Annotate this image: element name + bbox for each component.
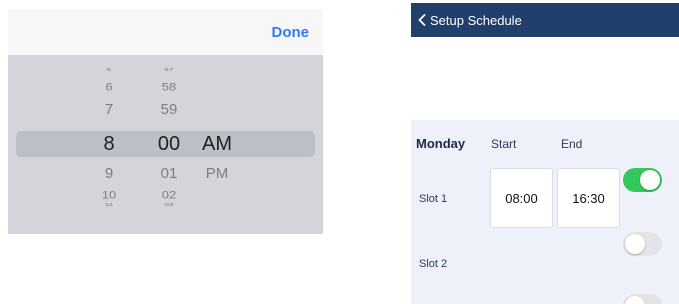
minute-option[interactable]: 02 (154, 188, 184, 201)
slot1-toggle[interactable] (623, 168, 662, 192)
hour-option[interactable]: 6 (96, 80, 122, 93)
minute-option[interactable]: 58 (154, 80, 184, 93)
start-column-header: Start (491, 137, 517, 151)
toggle-knob (625, 234, 645, 254)
meridiem-selected[interactable]: AM (196, 133, 238, 156)
hour-option[interactable]: 5 (96, 67, 122, 72)
done-button[interactable]: Done (272, 24, 310, 41)
end-column-header: End (561, 137, 583, 151)
setup-schedule-screen: Setup Schedule Monday Start End Slot 1 0… (411, 3, 679, 304)
nav-bar: Setup Schedule (411, 3, 679, 37)
picker-toolbar: Done (8, 9, 323, 55)
minute-option[interactable]: 03 (154, 202, 184, 207)
minute-option[interactable]: 57 (154, 67, 184, 72)
picker-wheel[interactable]: 5 6 7 8 9 10 11 57 58 59 00 01 02 03 AM … (8, 55, 323, 234)
slot-label: Slot 2 (419, 258, 448, 270)
time-picker[interactable]: Done 5 6 7 8 9 10 11 57 58 59 00 01 02 0… (8, 9, 323, 234)
hour-option[interactable]: 11 (96, 202, 122, 207)
slot1-start-time[interactable]: 08:00 (490, 168, 553, 228)
page-title: Setup Schedule (430, 13, 522, 28)
chevron-left-icon[interactable] (418, 14, 426, 26)
toggle-knob (625, 296, 645, 304)
minute-selected[interactable]: 00 (154, 133, 184, 156)
slot2-toggle[interactable] (623, 232, 662, 256)
slot3-toggle[interactable] (623, 294, 662, 304)
slot-label: Slot 1 (419, 193, 448, 205)
hour-option[interactable]: 10 (96, 188, 122, 201)
slot1-end-time[interactable]: 16:30 (557, 168, 620, 228)
minute-option[interactable]: 59 (154, 101, 184, 118)
day-label: Monday (416, 136, 466, 151)
meridiem-option[interactable]: PM (196, 165, 238, 182)
hour-selected[interactable]: 8 (96, 133, 122, 156)
minute-option[interactable]: 01 (154, 165, 184, 182)
hour-option[interactable]: 9 (96, 165, 122, 182)
toggle-knob (640, 170, 660, 190)
hour-option[interactable]: 7 (96, 101, 122, 118)
